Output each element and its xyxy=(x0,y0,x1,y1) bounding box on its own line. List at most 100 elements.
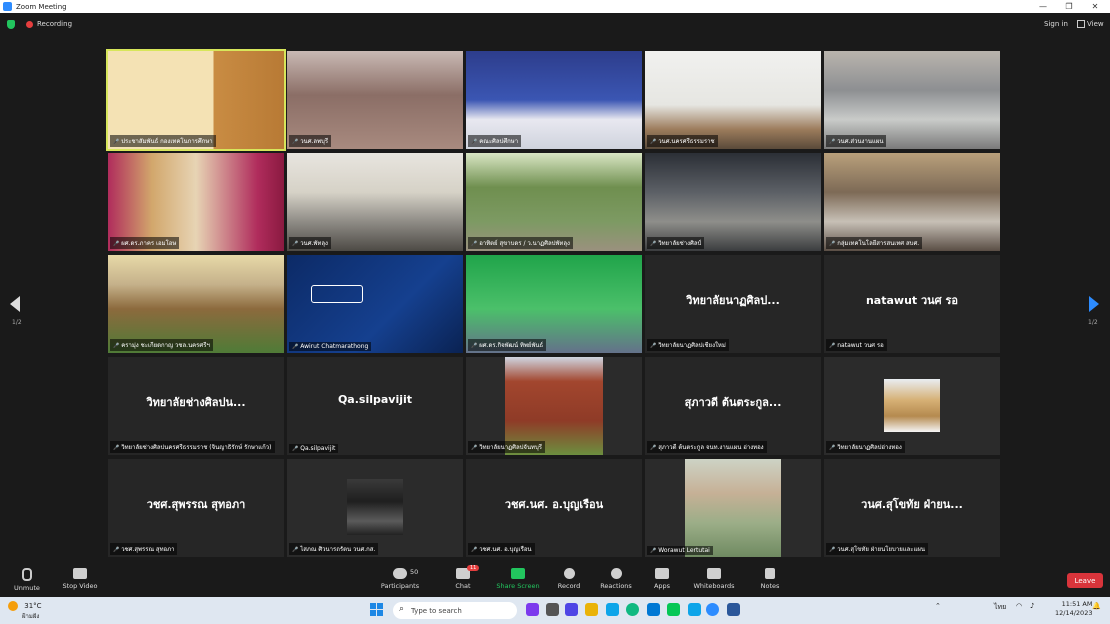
participant-display-name: วนศ.สุโขทัย ฝ่ายน... xyxy=(861,498,963,511)
participant-video-tile[interactable]: วิทยาลัยนาฏศิลป... วิทยาลัยนาฏศิลปเชียงให… xyxy=(645,255,821,353)
participants-button[interactable]: 50 Participants xyxy=(370,568,430,590)
leave-button[interactable]: Leave xyxy=(1067,573,1103,588)
window-titlebar: Zoom Meeting — ❐ ✕ xyxy=(0,0,1110,13)
stop-video-button[interactable]: Stop Video xyxy=(50,568,110,590)
participant-video-feed xyxy=(645,459,821,557)
chat-unread-badge: 11 xyxy=(467,565,480,571)
line-app-icon[interactable] xyxy=(667,603,680,616)
taskbar-search-box[interactable]: Type to search xyxy=(393,602,517,619)
notifications-bell-icon[interactable]: 🔔 xyxy=(1092,602,1101,610)
teams-app-icon[interactable] xyxy=(565,603,578,616)
participant-name-label: วชศ.นศ. อ.บุญเรือน xyxy=(468,543,535,555)
participants-label: Participants xyxy=(380,582,420,590)
unmute-label: Unmute xyxy=(14,584,40,592)
participant-video-tile[interactable]: วนศ.ส่วนงานแผน xyxy=(824,51,1000,149)
prev-page-arrow-icon[interactable] xyxy=(10,296,20,312)
participant-video-tile[interactable]: ผศ.ดร.ภาคร เอมโอษ xyxy=(108,153,284,251)
participant-name-label: วิทยาลัยนาฏศิลปจันทบุรี xyxy=(468,441,546,453)
participants-icon xyxy=(393,568,407,579)
participant-name-label: natawut วนศ รอ xyxy=(826,339,887,351)
whiteboards-button[interactable]: Whiteboards xyxy=(684,568,744,590)
participant-video-tile[interactable]: วนศ.ลพบุรี xyxy=(287,51,463,149)
participant-video-tile[interactable]: วิทยาลัยนาฏศิลปอ่างทอง xyxy=(824,357,1000,455)
sign-in-button[interactable]: Sign in xyxy=(1044,20,1068,28)
mail-app-icon[interactable] xyxy=(688,603,701,616)
chat-label: Chat xyxy=(455,582,471,590)
meeting-toolbar: Unmute Stop Video 50 Participants 11 Chat … xyxy=(0,563,1110,596)
weather-desc: ฝ้ามฝัง xyxy=(22,613,40,620)
start-menu-icon[interactable] xyxy=(370,603,383,616)
clock-time: 11:51 AM xyxy=(1061,600,1093,608)
task-view-icon[interactable] xyxy=(546,603,559,616)
participant-name-label: ประชาสัมพันธ์ กองเทคโนการศึกษา xyxy=(110,135,216,147)
weather-widget[interactable]: 31°C ฝ้ามฝัง xyxy=(8,601,42,621)
participant-video-tile[interactable]: วิทยาลัยช่างศิลป์ xyxy=(645,153,821,251)
chat-button[interactable]: 11 Chat xyxy=(433,565,493,590)
participants-count: 50 xyxy=(410,568,419,576)
copilot-app-icon[interactable] xyxy=(526,603,539,616)
participant-video-tile[interactable]: Worawut Lertutai xyxy=(645,459,821,557)
participant-video-feed xyxy=(287,255,463,353)
unmute-button[interactable]: Unmute xyxy=(0,568,57,592)
apps-button[interactable]: Apps xyxy=(632,568,692,590)
participant-video-tile[interactable]: วิทยาลัยนาฏศิลปจันทบุรี xyxy=(466,357,642,455)
file-explorer-icon[interactable] xyxy=(585,603,598,616)
participant-video-tile[interactable]: อาทิตย์ สุขาบดร / ว.นาฏศิลปพัทลุง xyxy=(466,153,642,251)
next-page-arrow-icon[interactable] xyxy=(1089,296,1099,312)
share-screen-label: Share Screen xyxy=(496,582,540,590)
participant-video-tile[interactable]: วนศ.พัทลุง xyxy=(287,153,463,251)
chrome-browser-icon[interactable] xyxy=(626,603,639,616)
language-indicator[interactable]: ไทย xyxy=(994,602,1006,613)
notes-button[interactable]: Notes xyxy=(740,568,800,590)
participant-video-tile[interactable]: ครามุ่ง ชะเกียดกาญ วชล.นครศรีฯ xyxy=(108,255,284,353)
view-button[interactable]: View xyxy=(1077,20,1104,28)
participant-video-tile[interactable]: วิทยาลัยช่างศิลปน... วิทยาลัยช่างศิลปนครศ… xyxy=(108,357,284,455)
page-indicator-left: 1/2 xyxy=(12,319,22,326)
clock-date: 12/14/2023 xyxy=(1055,609,1093,617)
reactions-label: Reactions xyxy=(600,582,632,590)
participant-video-tile[interactable]: วชศ.นศ. อ.บุญเรือนวชศ.นศ. อ.บุญเรือน xyxy=(466,459,642,557)
notes-label: Notes xyxy=(760,582,780,590)
participant-video-tile[interactable]: สุภาวดี ต้นตระกูล... สุภาวดี ต้นตระกูล จน… xyxy=(645,357,821,455)
share-screen-icon xyxy=(511,568,525,579)
tray-chevron-icon[interactable]: ⌃ xyxy=(935,602,941,610)
word-app-icon[interactable] xyxy=(727,603,740,616)
participant-video-tile[interactable]: Awirut Chatmarathong xyxy=(287,255,463,353)
whiteboards-label: Whiteboards xyxy=(693,582,735,590)
close-button[interactable]: ✕ xyxy=(1080,0,1110,13)
participant-name-label: กลุ่มเทคโนโลยีสารสนเทศ สบศ. xyxy=(826,237,923,249)
record-label: Record xyxy=(557,582,581,590)
store-app-icon[interactable] xyxy=(647,603,660,616)
participant-name-label: วิทยาลัยช่างศิลปนครศรีธรรมราช (จินญาธิรั… xyxy=(110,441,275,453)
participant-video-tile[interactable]: วนศ.สุโขทัย ฝ่ายน... วนศ.สุโขทัย ฝ่ายนโยบ… xyxy=(824,459,1000,557)
participant-video-tile[interactable]: natawut วนศ รอ natawut วนศ รอ xyxy=(824,255,1000,353)
search-placeholder: Type to search xyxy=(411,606,462,615)
participant-name-label: วิทยาลัยช่างศิลป์ xyxy=(647,237,705,249)
view-label: View xyxy=(1087,20,1104,28)
participant-name-label: วนศ.นครศรีธรรมราช xyxy=(647,135,718,147)
participant-video-tile[interactable]: ผศ.ดร.กิจพัฒน์ ทิพย์พันธ์ xyxy=(466,255,642,353)
participant-video-tile[interactable]: ไสภณ ศิวนารถรัตน วนศ.กส. xyxy=(287,459,463,557)
participant-video-tile[interactable]: วนศ.นครศรีธรรมราช xyxy=(645,51,821,149)
participant-video-tile[interactable]: วชศ.สุพรรณ สุทอภาวชศ.สุพรรณ สุทอภา xyxy=(108,459,284,557)
stop-video-label: Stop Video xyxy=(62,582,98,590)
participant-video-tile[interactable]: กลุ่มเทคโนโลยีสารสนเทศ สบศ. xyxy=(824,153,1000,251)
participant-name-label: ผศ.ดร.ภาคร เอมโอษ xyxy=(110,237,180,249)
system-clock[interactable]: 11:51 AM 12/14/2023 xyxy=(1055,600,1092,618)
zoom-app-icon[interactable] xyxy=(706,603,719,616)
weather-sun-icon xyxy=(8,601,18,611)
participant-video-tile[interactable]: คณะศิลปศึกษา xyxy=(466,51,642,149)
participant-video-tile[interactable]: ประชาสัมพันธ์ กองเทคโนการศึกษา xyxy=(106,49,286,151)
volume-icon[interactable]: ♪ xyxy=(1030,602,1034,610)
video-camera-icon xyxy=(73,568,87,579)
participant-display-name: สุภาวดี ต้นตระกูล... xyxy=(684,396,782,409)
recording-icon xyxy=(26,21,33,28)
participant-name-label: ผศ.ดร.กิจพัฒน์ ทิพย์พันธ์ xyxy=(468,339,547,351)
participant-camera-frame xyxy=(685,459,781,557)
wifi-icon[interactable]: ◠ xyxy=(1016,602,1022,610)
participant-video-tile[interactable]: Qa.silpavijit Qa.silpavijit xyxy=(287,357,463,455)
edge-browser-icon[interactable] xyxy=(606,603,619,616)
apps-label: Apps xyxy=(653,582,671,590)
security-shield-icon[interactable] xyxy=(7,20,15,29)
reactions-smile-icon xyxy=(610,568,622,579)
